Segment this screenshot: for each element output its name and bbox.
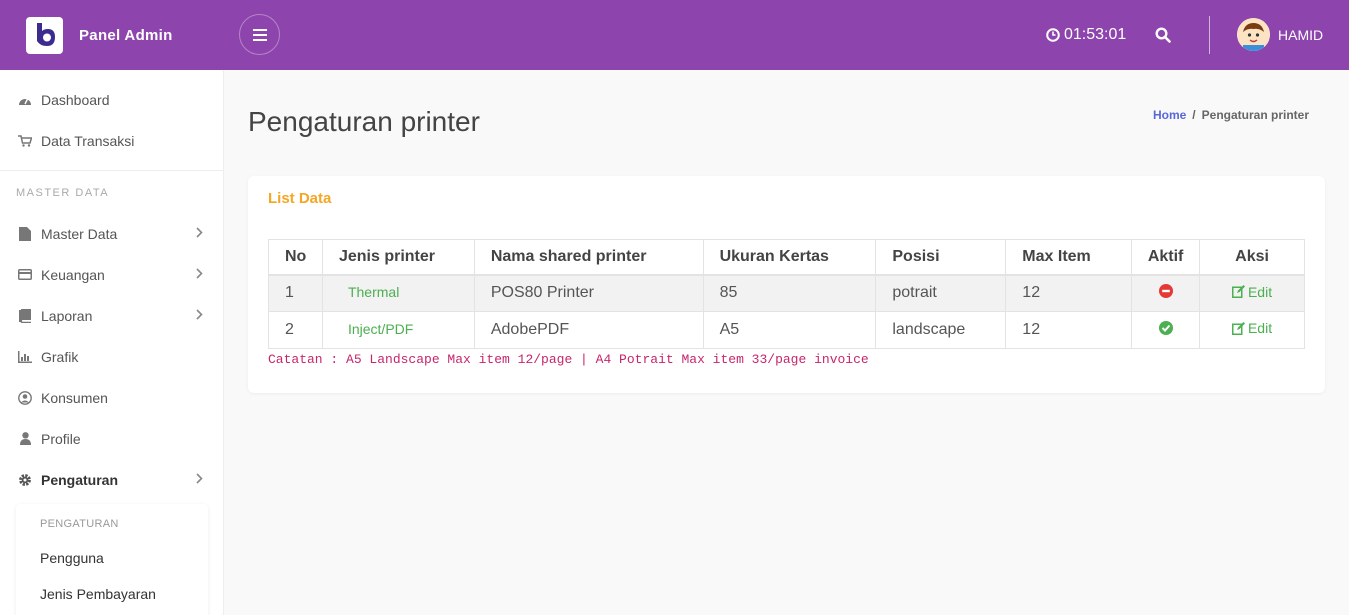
cell-posisi: landscape bbox=[875, 311, 1007, 349]
user-name: HAMID bbox=[1278, 26, 1324, 43]
brand[interactable]: Panel Admin bbox=[0, 0, 224, 70]
card-title: List Data bbox=[268, 190, 332, 207]
sidebar-section-title: MASTER DATA bbox=[16, 187, 110, 199]
minus-circle-icon[interactable] bbox=[1158, 283, 1173, 298]
edit-label: Edit bbox=[1247, 283, 1273, 300]
sidebar-item-dashboard[interactable]: Dashboard bbox=[0, 79, 223, 120]
table-header-row: No Jenis printer Nama shared printer Uku… bbox=[268, 239, 1305, 276]
sidebar-item-pengaturan[interactable]: Pengaturan bbox=[0, 459, 223, 500]
chevron-right-icon bbox=[196, 268, 203, 279]
user-circle-icon bbox=[18, 390, 32, 405]
chevron-right-icon bbox=[196, 309, 203, 320]
sidebar-item-label: Profile bbox=[41, 430, 81, 447]
credit-card-icon bbox=[18, 268, 32, 282]
breadcrumb-home-link[interactable]: Home bbox=[1153, 108, 1186, 122]
top-bar: Panel Admin 01:53:01 HAMID bbox=[0, 0, 1349, 70]
clock-icon bbox=[1046, 28, 1060, 42]
brand-logo bbox=[26, 16, 63, 54]
page-title: Pengaturan printer bbox=[248, 106, 480, 137]
cell-max-item: 12 bbox=[1005, 311, 1133, 349]
column-header-no[interactable]: No bbox=[268, 239, 323, 276]
cell-max-item: 12 bbox=[1005, 274, 1133, 312]
cell-aksi: Edit bbox=[1199, 311, 1305, 349]
check-circle-icon[interactable] bbox=[1158, 320, 1173, 335]
user-menu[interactable]: HAMID bbox=[1237, 18, 1323, 51]
sidebar-item-label: Dashboard bbox=[41, 91, 110, 108]
sidebar-item-konsumen[interactable]: Konsumen bbox=[0, 377, 223, 418]
sidebar-item-grafik[interactable]: Grafik bbox=[0, 336, 223, 377]
avatar bbox=[1237, 18, 1270, 51]
column-header-posisi[interactable]: Posisi bbox=[875, 239, 1007, 276]
header-divider bbox=[1209, 16, 1210, 54]
cart-icon bbox=[18, 134, 32, 148]
cell-aktif bbox=[1131, 274, 1201, 312]
column-header-nama-shared-printer[interactable]: Nama shared printer bbox=[473, 239, 704, 276]
breadcrumb-current: Pengaturan printer bbox=[1201, 108, 1309, 122]
brand-name: Panel Admin bbox=[79, 26, 173, 44]
cell-posisi: potrait bbox=[875, 274, 1007, 312]
edit-icon bbox=[1231, 285, 1245, 298]
edit-icon bbox=[1231, 321, 1245, 335]
sidebar: Dashboard Data Transaksi MASTER DATA Mas… bbox=[0, 70, 224, 615]
file-icon bbox=[18, 226, 32, 241]
bar-chart-icon bbox=[18, 350, 32, 364]
cell-ukuran-kertas: A5 bbox=[702, 311, 877, 349]
sidebar-item-keuangan[interactable]: Keuangan bbox=[0, 254, 223, 295]
edit-button[interactable]: Edit bbox=[1231, 320, 1273, 337]
column-header-jenis-printer[interactable]: Jenis printer bbox=[321, 239, 475, 276]
sidebar-item-label: Keuangan bbox=[41, 266, 105, 283]
breadcrumb-separator: / bbox=[1192, 108, 1196, 122]
cell-jenis-printer: Thermal bbox=[321, 274, 475, 312]
edit-label: Edit bbox=[1247, 320, 1273, 337]
sidebar-item-profile[interactable]: Profile bbox=[0, 418, 223, 459]
cell-jenis-printer: Inject/PDF bbox=[321, 311, 475, 349]
chevron-right-icon bbox=[196, 227, 203, 238]
sidebar-item-label: Pengaturan bbox=[41, 471, 119, 488]
submenu-item-pengguna[interactable]: Pengguna bbox=[16, 540, 208, 576]
cell-aktif bbox=[1131, 311, 1201, 349]
cell-nama-shared-printer: AdobePDF bbox=[473, 311, 704, 349]
cell-ukuran-kertas: 85 bbox=[702, 274, 877, 312]
table-row: 2 Inject/PDF AdobePDF A5 landscape 12 Ed… bbox=[268, 311, 1305, 349]
cell-aksi: Edit bbox=[1199, 274, 1305, 312]
sidebar-item-label: Laporan bbox=[41, 307, 93, 324]
sidebar-toggle-button[interactable] bbox=[239, 14, 280, 55]
submenu-title: PENGATURAN bbox=[40, 518, 119, 530]
column-header-ukuran-kertas[interactable]: Ukuran Kertas bbox=[702, 239, 877, 276]
cell-no: 1 bbox=[268, 274, 323, 312]
book-icon bbox=[18, 308, 32, 323]
note-text: Catatan : A5 Landscape Max item 12/page … bbox=[268, 352, 869, 367]
hamburger-icon bbox=[252, 28, 267, 41]
printer-table: No Jenis printer Nama shared printer Uku… bbox=[268, 239, 1305, 349]
list-data-card: List Data No Jenis printer Nama shared p… bbox=[248, 176, 1325, 393]
cell-no: 2 bbox=[268, 311, 323, 349]
sidebar-item-master-data[interactable]: Master Data bbox=[0, 213, 223, 254]
pengaturan-submenu: PENGATURAN Pengguna Jenis Pembayaran bbox=[16, 504, 208, 615]
search-icon bbox=[1155, 27, 1171, 43]
jenis-printer-link[interactable]: Thermal bbox=[348, 284, 399, 300]
user-icon bbox=[18, 432, 32, 446]
sidebar-item-laporan[interactable]: Laporan bbox=[0, 295, 223, 336]
column-header-aktif[interactable]: Aktif bbox=[1131, 239, 1201, 276]
sidebar-item-label: Konsumen bbox=[41, 389, 108, 406]
clock-time: 01:53:01 bbox=[1064, 26, 1127, 43]
search-button[interactable] bbox=[1153, 25, 1173, 45]
clock: 01:53:01 bbox=[1046, 26, 1126, 44]
column-header-max-item[interactable]: Max Item bbox=[1005, 239, 1133, 276]
dashboard-icon bbox=[18, 93, 32, 107]
sidebar-item-label: Grafik bbox=[41, 348, 79, 365]
breadcrumb: Home / Pengaturan printer bbox=[1153, 108, 1309, 122]
jenis-printer-link[interactable]: Inject/PDF bbox=[348, 321, 413, 337]
chevron-right-icon bbox=[196, 473, 203, 484]
submenu-item-jenis-pembayaran[interactable]: Jenis Pembayaran bbox=[16, 576, 208, 612]
sidebar-item-label: Master Data bbox=[41, 225, 118, 242]
column-header-aksi[interactable]: Aksi bbox=[1199, 239, 1305, 276]
sidebar-item-data-transaksi[interactable]: Data Transaksi bbox=[0, 120, 223, 161]
edit-button[interactable]: Edit bbox=[1231, 283, 1273, 300]
cell-nama-shared-printer: POS80 Printer bbox=[473, 274, 704, 312]
gear-icon bbox=[18, 473, 32, 487]
sidebar-item-label: Data Transaksi bbox=[41, 132, 135, 149]
table-row: 1 Thermal POS80 Printer 85 potrait 12 Ed… bbox=[268, 274, 1305, 312]
